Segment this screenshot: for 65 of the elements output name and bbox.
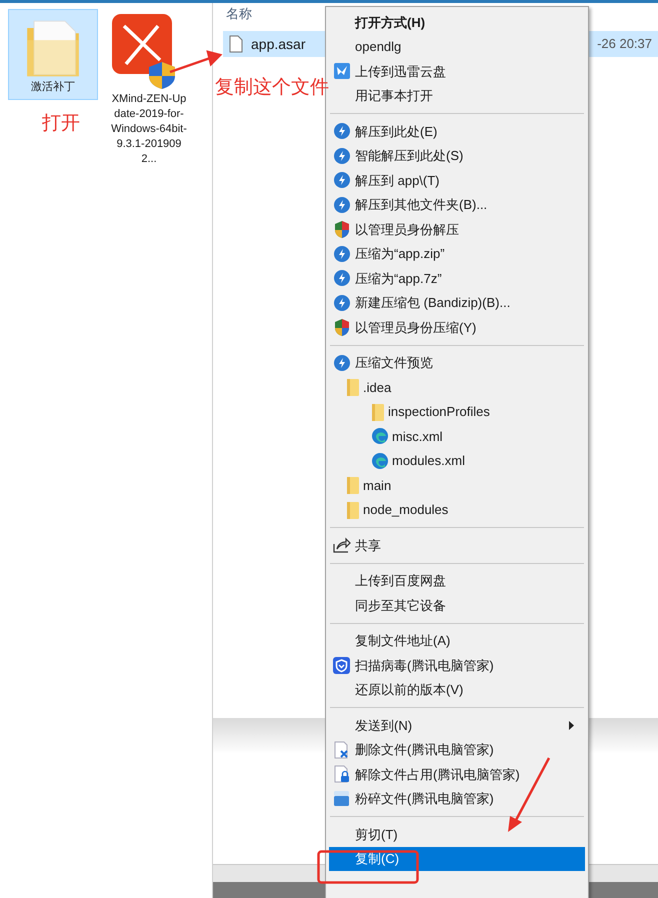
folder-icon	[347, 476, 359, 494]
document-x-icon	[333, 740, 350, 759]
menu-item[interactable]: 解压到 app\(T)	[329, 168, 585, 192]
browser-icon	[372, 452, 388, 469]
menu-item[interactable]: 共享	[329, 533, 585, 558]
lightning-icon	[334, 196, 350, 213]
lightning-icon	[334, 123, 350, 140]
menu-item[interactable]: 解除文件占用(腾讯电脑管家)	[329, 762, 585, 786]
annotation-text: 打开	[42, 112, 80, 136]
menu-item[interactable]: 复制(C)	[329, 846, 585, 871]
file-name: 激活补丁	[30, 80, 76, 95]
tree-item[interactable]: modules.xml	[329, 448, 585, 473]
tree-item[interactable]: node_modules	[329, 498, 585, 522]
lightning-icon	[334, 354, 350, 371]
shield-icon	[334, 220, 350, 238]
tree-item[interactable]: misc.xml	[329, 424, 585, 448]
menu-item[interactable]: 压缩文件预览	[329, 350, 585, 375]
menu-item[interactable]: 压缩为“app.7z”	[329, 266, 585, 290]
folder-icon	[347, 378, 359, 396]
menu-item[interactable]: 扫描病毒(腾讯电脑管家)	[329, 653, 585, 678]
annotation-text: 复制这个文件	[215, 76, 329, 100]
lightning-icon	[334, 246, 350, 262]
menu-item[interactable]: 用记事本打开	[329, 84, 585, 108]
menu-item[interactable]: 以管理员身份压缩(Y)	[329, 315, 585, 340]
column-header[interactable]: 名称	[226, 4, 252, 24]
file-name: app.asar	[251, 34, 306, 54]
shield-icon	[334, 318, 350, 336]
menu-item[interactable]: 智能解压到此处(S)	[329, 144, 585, 168]
lightning-icon	[334, 148, 350, 164]
menu-item[interactable]: 发送到(N)	[329, 713, 585, 738]
browser-icon	[372, 428, 388, 444]
tree-item[interactable]: inspectionProfiles	[329, 400, 585, 424]
menu-item[interactable]: 新建压缩包 (Bandizip)(B)...	[329, 290, 585, 315]
file-icon	[229, 35, 243, 53]
lightning-icon	[334, 172, 350, 188]
lightning-icon	[334, 270, 350, 286]
desktop-icon[interactable]: XMind-ZEN-Update-2019-for-Windows-64bit-9.3.1-2019092...	[104, 9, 194, 172]
menu-item[interactable]: 上传到百度网盘	[329, 568, 585, 593]
bird-icon	[334, 63, 350, 80]
menu-item[interactable]: 上传到迅雷云盘	[329, 59, 585, 84]
lightning-icon	[334, 294, 350, 311]
file-name: XMind-ZEN-Update-2019-for-Windows-64bit-9.3.1-2019092...	[110, 92, 188, 167]
menu-item[interactable]: 剪切(T)	[329, 822, 585, 846]
box-icon	[333, 790, 350, 808]
tree-item[interactable]: main	[329, 473, 585, 498]
share-icon	[332, 537, 350, 554]
desktop-icon[interactable]: 激活补丁	[8, 9, 98, 100]
menu-item[interactable]: 还原以前的版本(V)	[329, 678, 585, 702]
menu-item[interactable]: 解压到此处(E)	[329, 119, 585, 144]
folder-icon	[347, 500, 359, 519]
document-lock-icon	[333, 765, 350, 784]
menu-item[interactable]: 同步至其它设备	[329, 593, 585, 618]
menu-item[interactable]: 粉碎文件(腾讯电脑管家)	[329, 786, 585, 811]
menu-item[interactable]: 压缩为“app.zip”	[329, 242, 585, 266]
tree-item[interactable]: .idea	[329, 375, 585, 400]
submenu-arrow-icon	[569, 720, 575, 730]
menu-item[interactable]: 以管理员身份解压	[329, 217, 585, 242]
shield-icon	[333, 656, 350, 674]
menu-item[interactable]: 打开方式(H)	[329, 10, 585, 34]
menu-item[interactable]: 复制文件地址(A)	[329, 628, 585, 653]
menu-item[interactable]: 删除文件(腾讯电脑管家)	[329, 738, 585, 762]
menu-item[interactable]: opendlg	[329, 34, 585, 59]
folder-icon	[372, 402, 384, 421]
date-modified: -26 20:37	[597, 35, 653, 54]
menu-item[interactable]: 解压到其他文件夹(B)...	[329, 192, 585, 217]
